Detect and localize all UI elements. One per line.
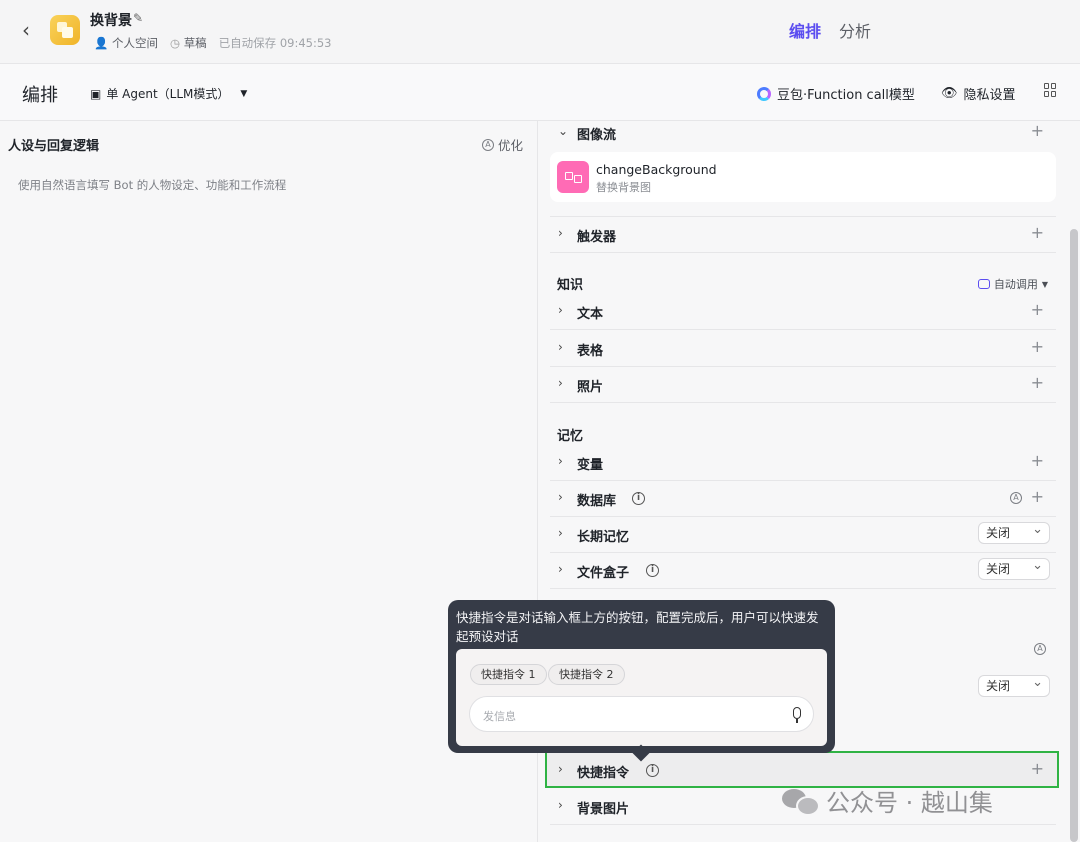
database-row[interactable]: › 数据库 i A + [550,481,1056,517]
user-icon: 👤 [94,36,109,50]
app-logo [50,15,80,45]
demo-message-input: 发信息 [469,696,814,732]
info-icon[interactable]: i [632,492,645,505]
chevron-right-icon: › [558,340,563,354]
model-label: 豆包·Function call模型 [777,88,915,103]
toolbar: 编排 ▣ 单 Agent（LLM模式） ▼ 豆包·Function call模型… [0,64,1080,121]
clock-icon: ◷ [169,36,181,50]
chevron-right-icon: › [558,562,563,576]
add-icon[interactable]: + [1031,373,1044,392]
add-icon[interactable]: + [1031,759,1044,778]
tab-arrange[interactable]: 编排 [789,18,821,42]
chevron-right-icon: › [558,526,563,540]
doubao-icon [757,86,771,101]
chevron-right-icon: › [558,376,563,390]
knowledge-table-row[interactable]: › 表格 + [550,331,1056,367]
wechat-icon [782,787,820,816]
privacy-settings-button[interactable]: 👁 隐私设置 [941,84,1016,103]
long-term-memory-select[interactable]: 关闭 [978,520,1050,544]
ai-icon[interactable]: A [1034,643,1046,655]
knowledge-title: 知识 [557,278,584,293]
auto-call-select[interactable]: 自动调用 ▼ [977,276,1048,292]
app-meta: 👤 个人空间 ◷ 草稿 已自动保存 09:45:53 [94,35,332,51]
tab-analysis[interactable]: 分析 [839,18,871,42]
eye-icon: 👁 [941,86,958,101]
agent-mode-label: 单 Agent（LLM模式） [106,87,230,101]
top-tabs: 编排 分析 [789,18,871,42]
memory-title: 记忆 [557,429,584,444]
add-icon[interactable]: + [1031,451,1044,470]
chevron-right-icon: › [558,762,563,776]
info-icon[interactable]: i [646,564,659,577]
long-term-memory-label: 长期记忆 [577,530,630,545]
model-select[interactable]: 豆包·Function call模型 [757,84,915,103]
shortcut-tooltip: 快捷指令是对话输入框上方的按钮，配置完成后，用户可以快速发起预设对话 快捷指令 … [448,600,835,753]
persona-title: 人设与回复逻辑 [8,139,100,154]
autosave-label: 已自动保存 09:45:53 [218,36,332,50]
long-term-memory-row[interactable]: › 长期记忆 关闭 [550,517,1056,553]
privacy-label: 隐私设置 [963,88,1016,103]
workflow-label: 图像流 [577,128,617,143]
caret-down-icon: ▼ [240,88,248,99]
microphone-icon [793,707,801,723]
knowledge-photo-label: 照片 [577,380,604,395]
agent-icon: ▣ [90,86,102,101]
variable-row[interactable]: › 变量 + [550,445,1056,481]
layout-grid-icon[interactable] [1044,83,1058,97]
shortcut-chip-2: 快捷指令 2 [548,664,625,685]
page-title: 编排 [22,85,58,106]
chevron-right-icon: › [558,798,563,812]
tooltip-demo: 快捷指令 1 快捷指令 2 发信息 [456,649,827,746]
top-bar: ‹ 换背景 ✎ 👤 个人空间 ◷ 草稿 已自动保存 09:45:53 编排 分析 [0,0,1080,64]
divider [550,181,1056,217]
chevron-right-icon: › [558,303,563,317]
info-icon[interactable]: i [646,764,659,777]
auto-call-label: 自动调用 [993,278,1038,291]
robot-icon [977,279,990,289]
shortcut-label: 快捷指令 [577,766,630,781]
hidden-row-select[interactable]: 关闭 [978,673,1050,697]
demo-input-placeholder: 发信息 [483,710,516,723]
status-label: ◷ 草稿 [169,36,207,50]
knowledge-table-label: 表格 [577,344,604,359]
file-box-label: 文件盒子 [577,566,630,581]
workflow-name: changeBackground [596,162,717,177]
back-icon[interactable]: ‹ [16,18,36,42]
shortcut-chip-1: 快捷指令 1 [470,664,547,685]
optimize-label: 优化 [498,138,524,153]
add-icon[interactable]: + [1031,121,1044,140]
knowledge-text-row[interactable]: › 文本 + [550,294,1056,330]
ai-icon: A [482,138,494,151]
optimize-button[interactable]: A 优化 [482,135,523,154]
chevron-right-icon: › [558,226,563,240]
knowledge-text-label: 文本 [577,307,604,322]
chevron-down-icon: ⌄ [558,124,569,138]
add-icon[interactable]: + [1031,337,1044,356]
space-label: 👤 个人空间 [94,36,158,50]
watermark: 公众号 · 越山集 [782,783,993,818]
tooltip-text: 快捷指令是对话输入框上方的按钮，配置完成后，用户可以快速发起预设对话 [456,610,819,644]
caret-down-icon: ▼ [1041,279,1048,289]
agent-mode-select[interactable]: ▣ 单 Agent（LLM模式） ▼ [90,85,247,102]
variable-label: 变量 [577,458,604,473]
workflow-row[interactable]: ⌄ 图像流 + [550,121,1056,151]
trigger-row[interactable]: › 触发器 + [550,217,1056,253]
scrollbar[interactable] [1070,229,1078,842]
prompt-placeholder: 使用自然语言填写 Bot 的人物设定、功能和工作流程 [18,178,287,192]
background-image-label: 背景图片 [577,802,630,817]
ai-icon[interactable]: A [1010,492,1022,504]
file-box-row[interactable]: › 文件盒子 i 关闭 [550,553,1056,589]
trigger-label: 触发器 [577,230,617,245]
edit-icon[interactable]: ✎ [133,11,143,25]
add-icon[interactable]: + [1031,223,1044,242]
chevron-right-icon: › [558,454,563,468]
chevron-right-icon: › [558,490,563,504]
database-label: 数据库 [577,494,617,509]
add-icon[interactable]: + [1031,487,1044,506]
file-box-select[interactable]: 关闭 [978,556,1050,580]
app-title: 换背景 [90,13,132,29]
knowledge-photo-row[interactable]: › 照片 + [550,367,1056,403]
watermark-text: 公众号 · 越山集 [826,789,993,817]
add-icon[interactable]: + [1031,300,1044,319]
